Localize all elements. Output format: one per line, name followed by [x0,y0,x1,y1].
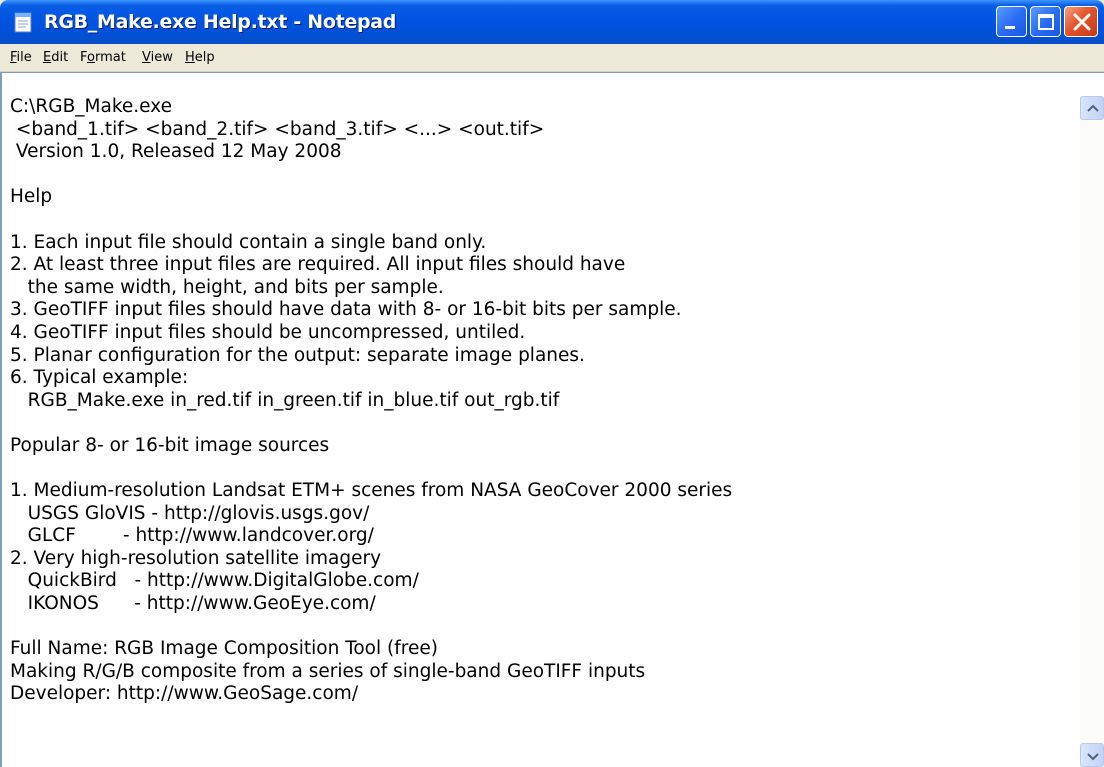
scroll-up-arrow-icon [1087,104,1099,112]
close-button[interactable] [1064,6,1098,37]
minimize-button[interactable] [996,6,1027,37]
title-bar[interactable]: RGB_Make.exe Help.txt - Notepad [0,0,1104,44]
scroll-down-button[interactable] [1080,743,1104,767]
maximize-button[interactable] [1030,6,1061,37]
menu-bar: File Edit Format View Help [0,44,1104,72]
notepad-icon[interactable] [12,11,34,33]
text-editor-area[interactable]: C:\RGB_Make.exe <band_1.tif> <band_2.tif… [0,72,1104,767]
menu-file[interactable]: File [10,49,32,67]
notepad-window: RGB_Make.exe Help.txt - Notepad File Edi… [0,0,1104,767]
vertical-scrollbar[interactable] [1080,96,1104,767]
menu-edit[interactable]: Edit [43,49,68,67]
scroll-up-button[interactable] [1080,96,1104,120]
minimize-icon [1005,26,1015,29]
maximize-icon [1038,14,1054,30]
menu-view[interactable]: View [142,49,173,67]
close-icon [1073,13,1091,31]
menu-format[interactable]: Format [80,49,126,67]
document-text[interactable]: C:\RGB_Make.exe <band_1.tif> <band_2.tif… [10,96,1070,761]
menu-help[interactable]: Help [185,49,215,67]
window-title: RGB_Make.exe Help.txt - Notepad [44,11,397,33]
scroll-down-arrow-icon [1087,753,1099,761]
